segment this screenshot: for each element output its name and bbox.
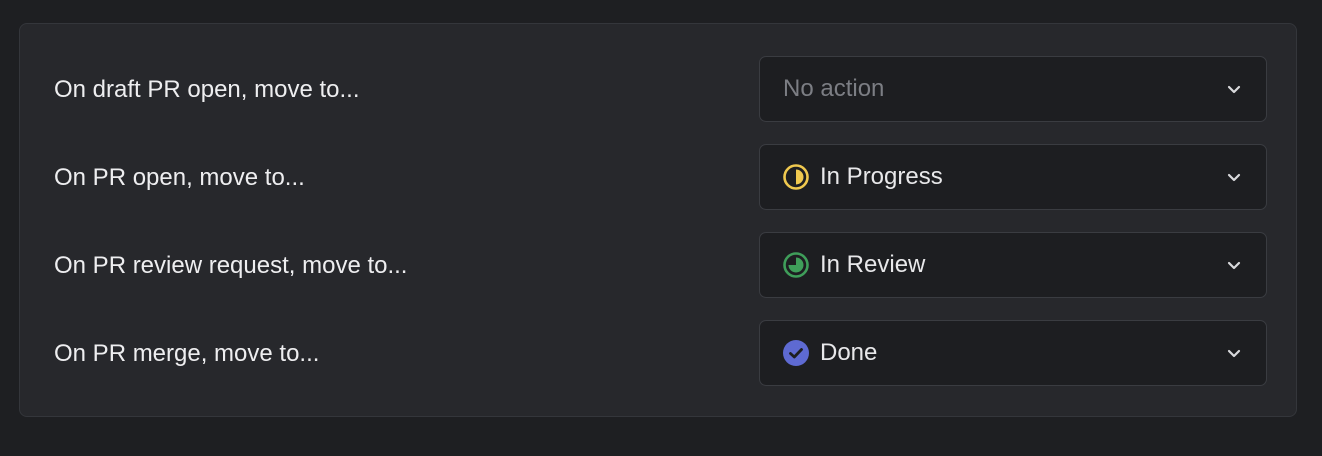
done-icon <box>783 340 809 366</box>
rule-label: On draft PR open, move to... <box>54 76 360 103</box>
status-select-pr-merge[interactable]: Done <box>759 320 1267 386</box>
rule-row-draft-pr-open: On draft PR open, move to... No action <box>20 56 1296 124</box>
rule-row-pr-open: On PR open, move to... In Progress <box>20 144 1296 212</box>
rule-label: On PR merge, move to... <box>54 340 320 367</box>
rule-label: On PR review request, move to... <box>54 252 408 279</box>
status-select-draft-pr-open[interactable]: No action <box>759 56 1267 122</box>
rule-row-pr-merge: On PR merge, move to... Done <box>20 320 1296 388</box>
chevron-down-icon <box>1227 349 1241 358</box>
chevron-down-icon <box>1227 85 1241 94</box>
select-value: No action <box>783 75 885 102</box>
in-review-icon <box>783 252 809 278</box>
chevron-down-icon <box>1227 173 1241 182</box>
in-progress-icon <box>783 164 809 190</box>
status-select-pr-open[interactable]: In Progress <box>759 144 1267 210</box>
select-value: In Progress <box>820 163 943 190</box>
rule-row-pr-review-request: On PR review request, move to... In Revi… <box>20 232 1296 300</box>
select-value: In Review <box>820 251 926 278</box>
git-automation-panel: On draft PR open, move to... No action O… <box>19 23 1297 417</box>
status-select-pr-review-request[interactable]: In Review <box>759 232 1267 298</box>
select-value: Done <box>820 339 878 366</box>
rule-label: On PR open, move to... <box>54 164 305 191</box>
chevron-down-icon <box>1227 261 1241 270</box>
